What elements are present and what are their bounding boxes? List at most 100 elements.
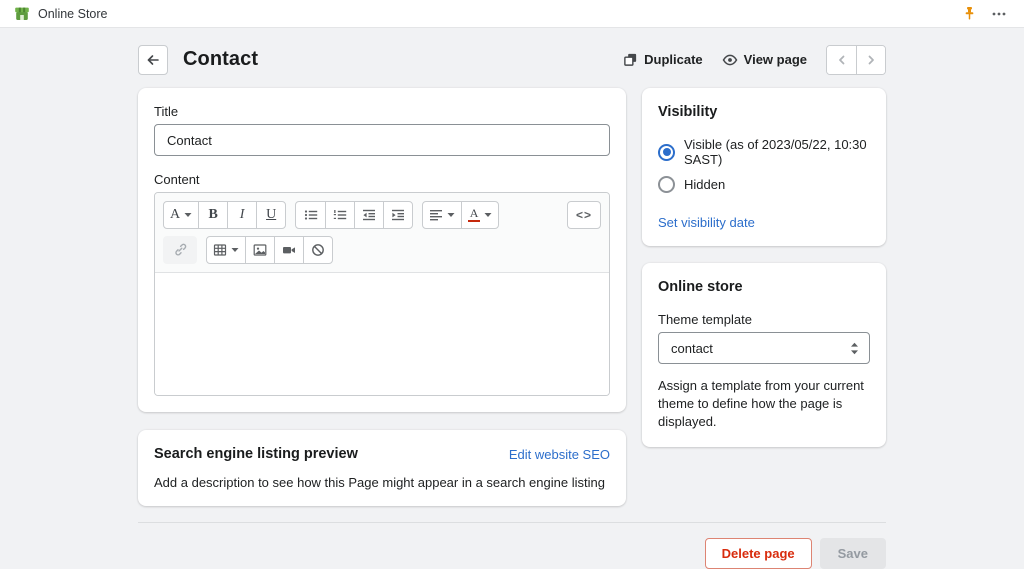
caret-down-icon [231,247,239,253]
visibility-option-visible[interactable]: Visible (as of 2023/05/22, 10:30 SAST) [658,137,870,167]
seo-description: Add a description to see how this Page m… [154,475,610,490]
editor-toolbar: A B I [155,193,609,273]
bold-button[interactable]: B [198,202,227,228]
title-input[interactable] [154,124,610,156]
back-button[interactable] [138,45,168,75]
outdent-icon [362,208,376,222]
page-title: Contact [183,48,258,71]
radio-visible-label: Visible (as of 2023/05/22, 10:30 SAST) [684,137,870,167]
insert-group [206,236,333,264]
theme-template-help-text: Assign a template from your current them… [658,377,870,431]
view-page-button[interactable]: View page [722,52,807,68]
link-icon [173,243,187,257]
bold-label: B [208,207,217,223]
topbar: Online Store [0,0,1024,28]
online-store-card: Online store Theme template contact Assi… [642,263,886,447]
chevron-right-icon [865,54,877,66]
chevron-left-icon [836,54,848,66]
video-icon [282,243,296,257]
duplicate-button[interactable]: Duplicate [623,52,703,67]
content-label: Content [154,172,610,187]
outdent-button[interactable] [354,202,383,228]
delete-page-button[interactable]: Delete page [705,538,812,569]
visibility-card: Visibility Visible (as of 2023/05/22, 10… [642,88,886,246]
table-icon [213,243,227,257]
store-icon [14,6,30,22]
ellipsis-icon [991,6,1007,22]
text-style-label: A [170,207,180,223]
caret-down-icon [484,212,492,218]
indent-button[interactable] [383,202,412,228]
app-title: Online Store [38,7,107,21]
list-indent-group [295,201,413,229]
code-icon: <> [576,208,592,222]
content-editor-body[interactable] [155,273,609,395]
left-column: Title Content A [138,88,626,506]
pagination [826,45,886,75]
page-container: Contact Duplicate View pa [138,44,886,569]
updown-icon [850,342,859,355]
text-format-group: A B I [163,201,286,229]
title-label: Title [154,104,610,119]
eye-icon [722,52,738,68]
header-actions: Duplicate View page [623,45,886,75]
toolbar-row-2 [163,236,601,264]
visibility-card-title: Visibility [658,104,870,120]
align-color-group: A [422,201,499,229]
edit-website-seo-link[interactable]: Edit website SEO [509,447,610,462]
page-footer: Delete page Save [138,522,886,569]
previous-page-button[interactable] [827,46,856,74]
video-button[interactable] [274,237,303,263]
indent-icon [391,208,405,222]
code-view-button[interactable]: <> [567,201,601,229]
radio-hidden-label: Hidden [684,177,725,192]
bullet-list-icon [304,208,318,222]
content-editor: A B I [154,192,610,396]
online-store-card-title: Online store [658,279,870,295]
toolbar-row-1: A B I [163,201,601,229]
seo-card-header: Search engine listing preview Edit websi… [154,446,610,462]
back-arrow-icon [145,52,161,68]
underline-label: U [266,207,276,223]
set-visibility-date-link[interactable]: Set visibility date [658,215,755,230]
caret-down-icon [184,212,192,218]
bullet-list-button[interactable] [296,202,325,228]
text-style-button[interactable]: A [164,202,198,228]
italic-label: I [240,207,245,223]
clear-format-icon [311,243,325,257]
underline-button[interactable]: U [256,202,285,228]
page-details-card: Title Content A [138,88,626,412]
view-page-label: View page [744,52,807,67]
page-header: Contact Duplicate View pa [138,44,886,75]
theme-template-select[interactable]: contact [658,332,870,364]
right-column: Visibility Visible (as of 2023/05/22, 10… [642,88,886,447]
seo-card-title: Search engine listing preview [154,446,358,462]
text-color-button[interactable]: A [461,202,498,228]
radio-hidden[interactable] [658,176,675,193]
seo-card: Search engine listing preview Edit websi… [138,430,626,506]
numbered-list-icon [333,208,347,222]
save-button[interactable]: Save [820,538,886,569]
align-left-icon [429,208,443,222]
alignment-button[interactable] [423,202,461,228]
duplicate-icon [623,52,638,67]
next-page-button[interactable] [856,46,885,74]
text-color-icon: A [468,208,480,223]
visibility-option-hidden[interactable]: Hidden [658,176,870,193]
theme-template-label: Theme template [658,312,870,327]
numbered-list-button[interactable] [325,202,354,228]
clear-format-button[interactable] [303,237,332,263]
link-button[interactable] [163,236,197,264]
duplicate-label: Duplicate [644,52,703,67]
radio-visible[interactable] [658,144,675,161]
image-icon [253,243,267,257]
table-button[interactable] [207,237,245,263]
caret-down-icon [447,212,455,218]
theme-template-value: contact [671,341,713,356]
image-button[interactable] [245,237,274,263]
pin-button[interactable] [958,3,980,25]
overflow-menu-button[interactable] [988,3,1010,25]
pin-icon [962,6,977,21]
italic-button[interactable]: I [227,202,256,228]
main-content: Title Content A [138,88,886,506]
